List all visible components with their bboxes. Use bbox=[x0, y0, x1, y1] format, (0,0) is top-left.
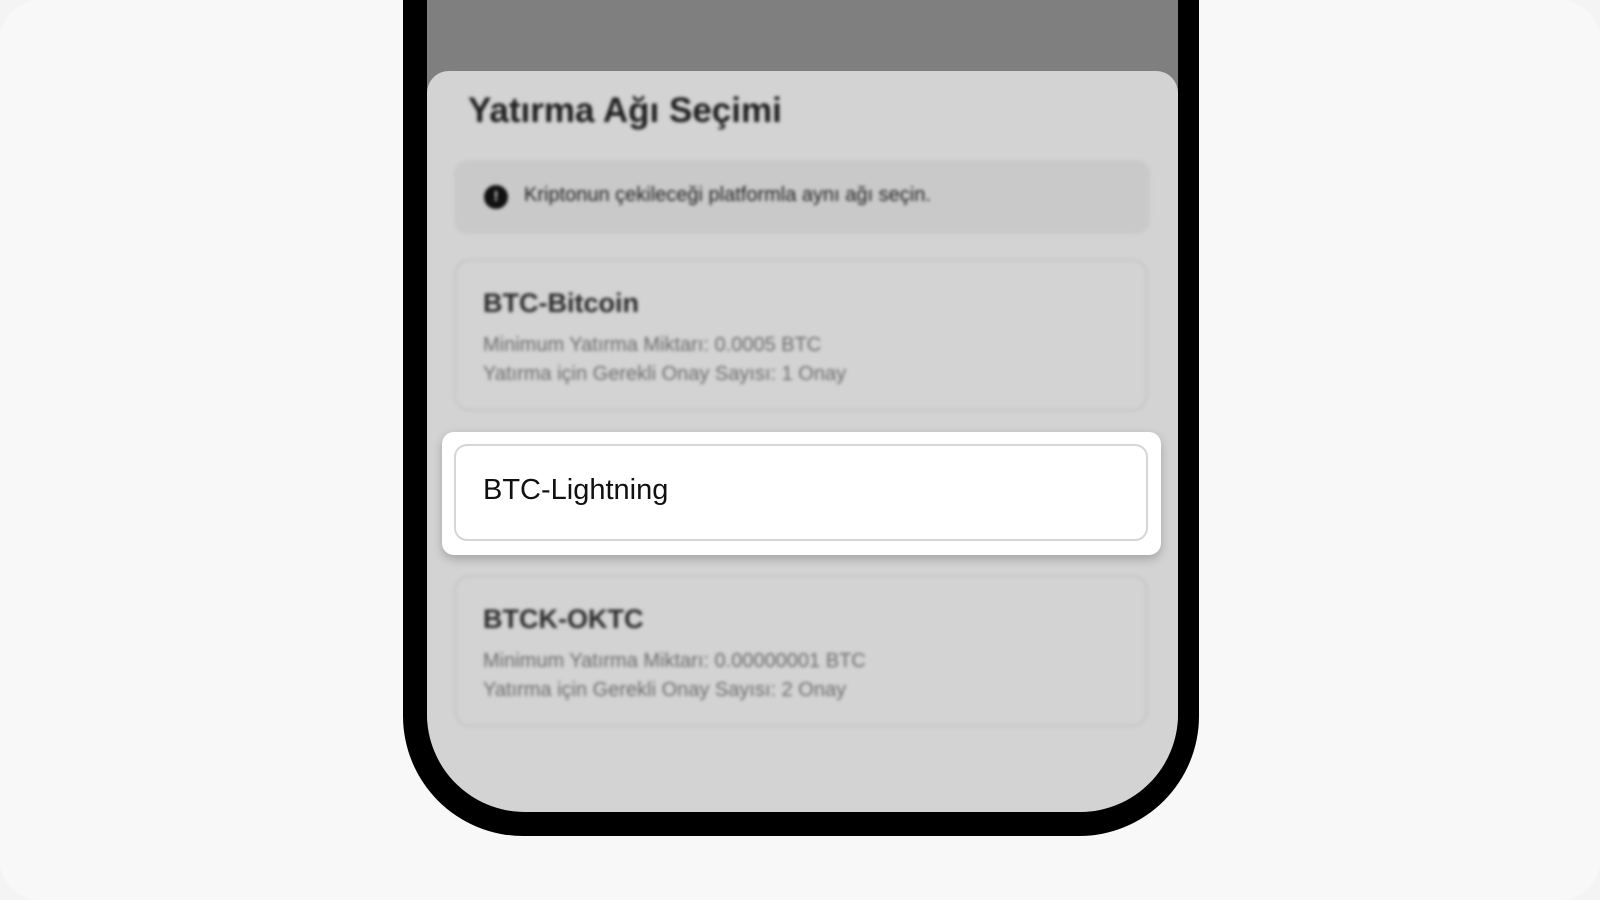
network-option-btc-bitcoin[interactable]: BTC-Bitcoin Minimum Yatırma Miktarı: 0.0… bbox=[454, 259, 1148, 411]
sheet-title: Yatırma Ağı Seçimi bbox=[468, 91, 782, 130]
network-confirmations: Yatırma için Gerekli Onay Sayısı: 1 Onay bbox=[483, 363, 847, 385]
network-min-deposit: Minimum Yatırma Miktarı: 0.00000001 BTC bbox=[483, 650, 866, 672]
highlight-frame: BTC-Lightning bbox=[442, 432, 1161, 555]
notice-text: Kriptonun çekileceği platformla aynı ağı… bbox=[524, 184, 931, 206]
network-confirmations: Yatırma için Gerekli Onay Sayısı: 2 Onay bbox=[483, 679, 847, 701]
info-icon: ! bbox=[484, 185, 508, 209]
network-name: BTC-Lightning bbox=[483, 474, 669, 506]
network-min-deposit: Minimum Yatırma Miktarı: 0.0005 BTC bbox=[483, 334, 822, 356]
phone-frame: Yatırma Ağı Seçimi ! Kriptonun çekileceğ… bbox=[403, 0, 1199, 836]
network-notice: ! Kriptonun çekileceği platformla aynı a… bbox=[454, 160, 1150, 234]
network-name: BTC-Bitcoin bbox=[483, 288, 639, 318]
phone-screen: Yatırma Ağı Seçimi ! Kriptonun çekileceğ… bbox=[427, 0, 1178, 812]
network-name: BTCK-OKTC bbox=[483, 604, 644, 634]
network-option-btc-lightning[interactable]: BTC-Lightning bbox=[454, 444, 1148, 541]
network-option-btck-oktc[interactable]: BTCK-OKTC Minimum Yatırma Miktarı: 0.000… bbox=[454, 575, 1148, 727]
